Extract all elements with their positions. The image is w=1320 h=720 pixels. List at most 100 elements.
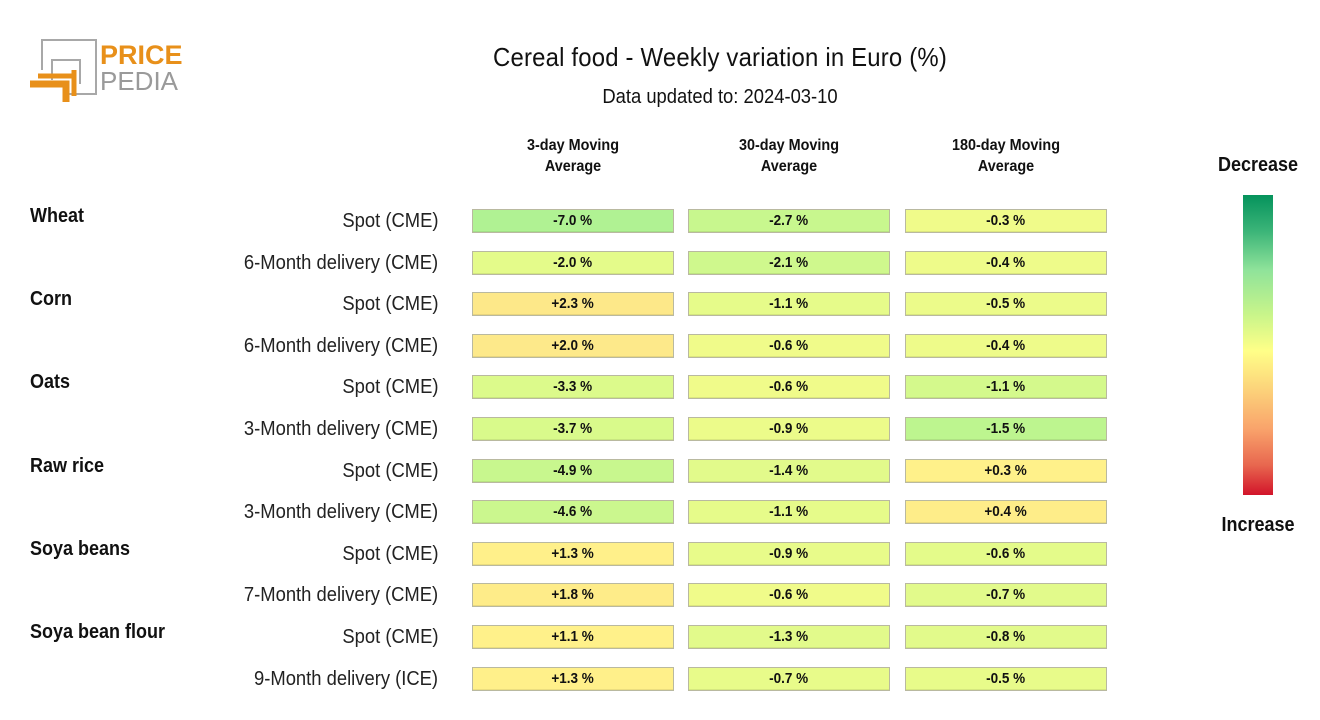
- row-label: Spot (CME): [341, 460, 438, 482]
- column-header-180day: 180-day Moving Average: [915, 135, 1097, 177]
- legend-decrease-label: Decrease: [1217, 154, 1299, 176]
- column-header-line: Average: [977, 158, 1035, 175]
- cell-value-label: +0.3 %: [984, 462, 1028, 479]
- row-group-label: Raw rice: [30, 455, 105, 477]
- heatmap-cell: -2.7 %: [688, 209, 890, 233]
- column-header-line: 3-day Moving: [526, 137, 619, 154]
- heatmap-cell: +1.8 %: [472, 583, 674, 607]
- heatmap-cell: +2.3 %: [472, 292, 674, 316]
- heatmap-cell: -1.1 %: [688, 292, 890, 316]
- cell-value-label: -0.9 %: [769, 420, 809, 437]
- heatmap-cell: -3.3 %: [472, 375, 674, 399]
- row-label: 7-Month delivery (CME): [243, 584, 438, 606]
- cell-value-label: -0.5 %: [986, 295, 1026, 312]
- heatmap-cell: -0.9 %: [688, 417, 890, 441]
- cell-value-label: -0.7 %: [769, 670, 809, 687]
- cell-value-label: -4.6 %: [553, 503, 593, 520]
- heatmap-cell: +0.3 %: [905, 459, 1107, 483]
- heatmap-cell: -0.6 %: [905, 542, 1107, 566]
- cell-value-label: +1.8 %: [551, 586, 595, 603]
- cell-value-label: -3.7 %: [553, 420, 593, 437]
- cell-value-label: -0.6 %: [769, 586, 809, 603]
- heatmap-cell: -0.7 %: [905, 583, 1107, 607]
- row-label: 3-Month delivery (CME): [243, 501, 438, 523]
- cell-value-label: -0.4 %: [986, 337, 1026, 354]
- row-label: Spot (CME): [341, 543, 438, 565]
- cell-value-label: -1.1 %: [769, 295, 809, 312]
- chart-subtitle: Data updated to: 2024-03-10: [602, 86, 838, 108]
- cell-value-label: +1.3 %: [551, 545, 595, 562]
- cell-value-label: -3.3 %: [553, 378, 593, 395]
- heatmap-cell: -0.5 %: [905, 292, 1107, 316]
- cell-value-label: -1.4 %: [769, 462, 809, 479]
- cell-value-label: -2.1 %: [769, 254, 809, 271]
- heatmap-cell: +1.1 %: [472, 625, 674, 649]
- heatmap-cell: -1.5 %: [905, 417, 1107, 441]
- column-header-30day: 30-day Moving Average: [698, 135, 880, 177]
- heatmap-cell: -0.5 %: [905, 667, 1107, 691]
- row-group-label: Soya bean flour: [30, 621, 166, 643]
- cell-value-label: -0.5 %: [986, 670, 1026, 687]
- heatmap-cell: -0.9 %: [688, 542, 890, 566]
- heatmap-cell: -3.7 %: [472, 417, 674, 441]
- heatmap-cell: -0.4 %: [905, 251, 1107, 275]
- heatmap-cell: -1.4 %: [688, 459, 890, 483]
- heatmap-cell: -0.7 %: [688, 667, 890, 691]
- chart-title: Cereal food - Weekly variation in Euro (…: [493, 42, 947, 72]
- cell-value-label: -0.3 %: [986, 212, 1026, 229]
- row-group-label: Oats: [30, 371, 71, 393]
- cell-value-label: -4.9 %: [553, 462, 593, 479]
- cell-value-label: -0.9 %: [769, 545, 809, 562]
- cell-value-label: -1.1 %: [986, 378, 1026, 395]
- cell-value-label: -2.7 %: [769, 212, 809, 229]
- heatmap-cell: -4.6 %: [472, 500, 674, 524]
- column-header-3day: 3-day Moving Average: [482, 135, 664, 177]
- legend-color-scale: [1243, 195, 1273, 495]
- heatmap-cell: -2.1 %: [688, 251, 890, 275]
- row-label: 9-Month delivery (ICE): [253, 668, 438, 690]
- heatmap-cell: +1.3 %: [472, 667, 674, 691]
- heatmap-cell: -4.9 %: [472, 459, 674, 483]
- row-group-label: Corn: [30, 288, 73, 310]
- cell-value-label: -2.0 %: [553, 254, 593, 271]
- heatmap-cell: -2.0 %: [472, 251, 674, 275]
- heatmap-cell: -1.1 %: [905, 375, 1107, 399]
- cell-value-label: -0.6 %: [769, 378, 809, 395]
- row-label: Spot (CME): [341, 626, 438, 648]
- heatmap-cell: +0.4 %: [905, 500, 1107, 524]
- cell-value-label: +2.3 %: [551, 295, 595, 312]
- row-label: 6-Month delivery (CME): [243, 252, 438, 274]
- heatmap-cell: -0.6 %: [688, 375, 890, 399]
- cell-value-label: +2.0 %: [551, 337, 595, 354]
- heatmap-cell: -0.4 %: [905, 334, 1107, 358]
- cell-value-label: -0.8 %: [986, 628, 1026, 645]
- heatmap-cell: -0.6 %: [688, 583, 890, 607]
- heatmap-cell: +2.0 %: [472, 334, 674, 358]
- cell-value-label: -1.1 %: [769, 503, 809, 520]
- cell-value-label: -0.6 %: [769, 337, 809, 354]
- cell-value-label: -7.0 %: [553, 212, 593, 229]
- row-group-label: Wheat: [30, 205, 84, 227]
- heatmap-cell: -1.3 %: [688, 625, 890, 649]
- cell-value-label: -0.7 %: [986, 586, 1026, 603]
- column-header-line: Average: [544, 158, 602, 175]
- row-label: 6-Month delivery (CME): [243, 335, 438, 357]
- heatmap-cell: -7.0 %: [472, 209, 674, 233]
- column-header-line: 180-day Moving: [951, 137, 1061, 154]
- legend-increase-label: Increase: [1221, 514, 1295, 536]
- cell-value-label: -1.5 %: [986, 420, 1026, 437]
- cell-value-label: -1.3 %: [769, 628, 809, 645]
- cell-value-label: -0.6 %: [986, 545, 1026, 562]
- column-header-line: 30-day Moving: [738, 137, 840, 154]
- row-label: Spot (CME): [341, 293, 438, 315]
- column-header-line: Average: [760, 158, 818, 175]
- cell-value-label: +1.3 %: [551, 670, 595, 687]
- cell-value-label: +1.1 %: [551, 628, 595, 645]
- heatmap-cell: -1.1 %: [688, 500, 890, 524]
- heatmap-cell: -0.6 %: [688, 334, 890, 358]
- heatmap-cell: -0.8 %: [905, 625, 1107, 649]
- row-label: Spot (CME): [341, 376, 438, 398]
- row-label: 3-Month delivery (CME): [243, 418, 438, 440]
- row-group-label: Soya beans: [30, 538, 131, 560]
- heatmap-cell: +1.3 %: [472, 542, 674, 566]
